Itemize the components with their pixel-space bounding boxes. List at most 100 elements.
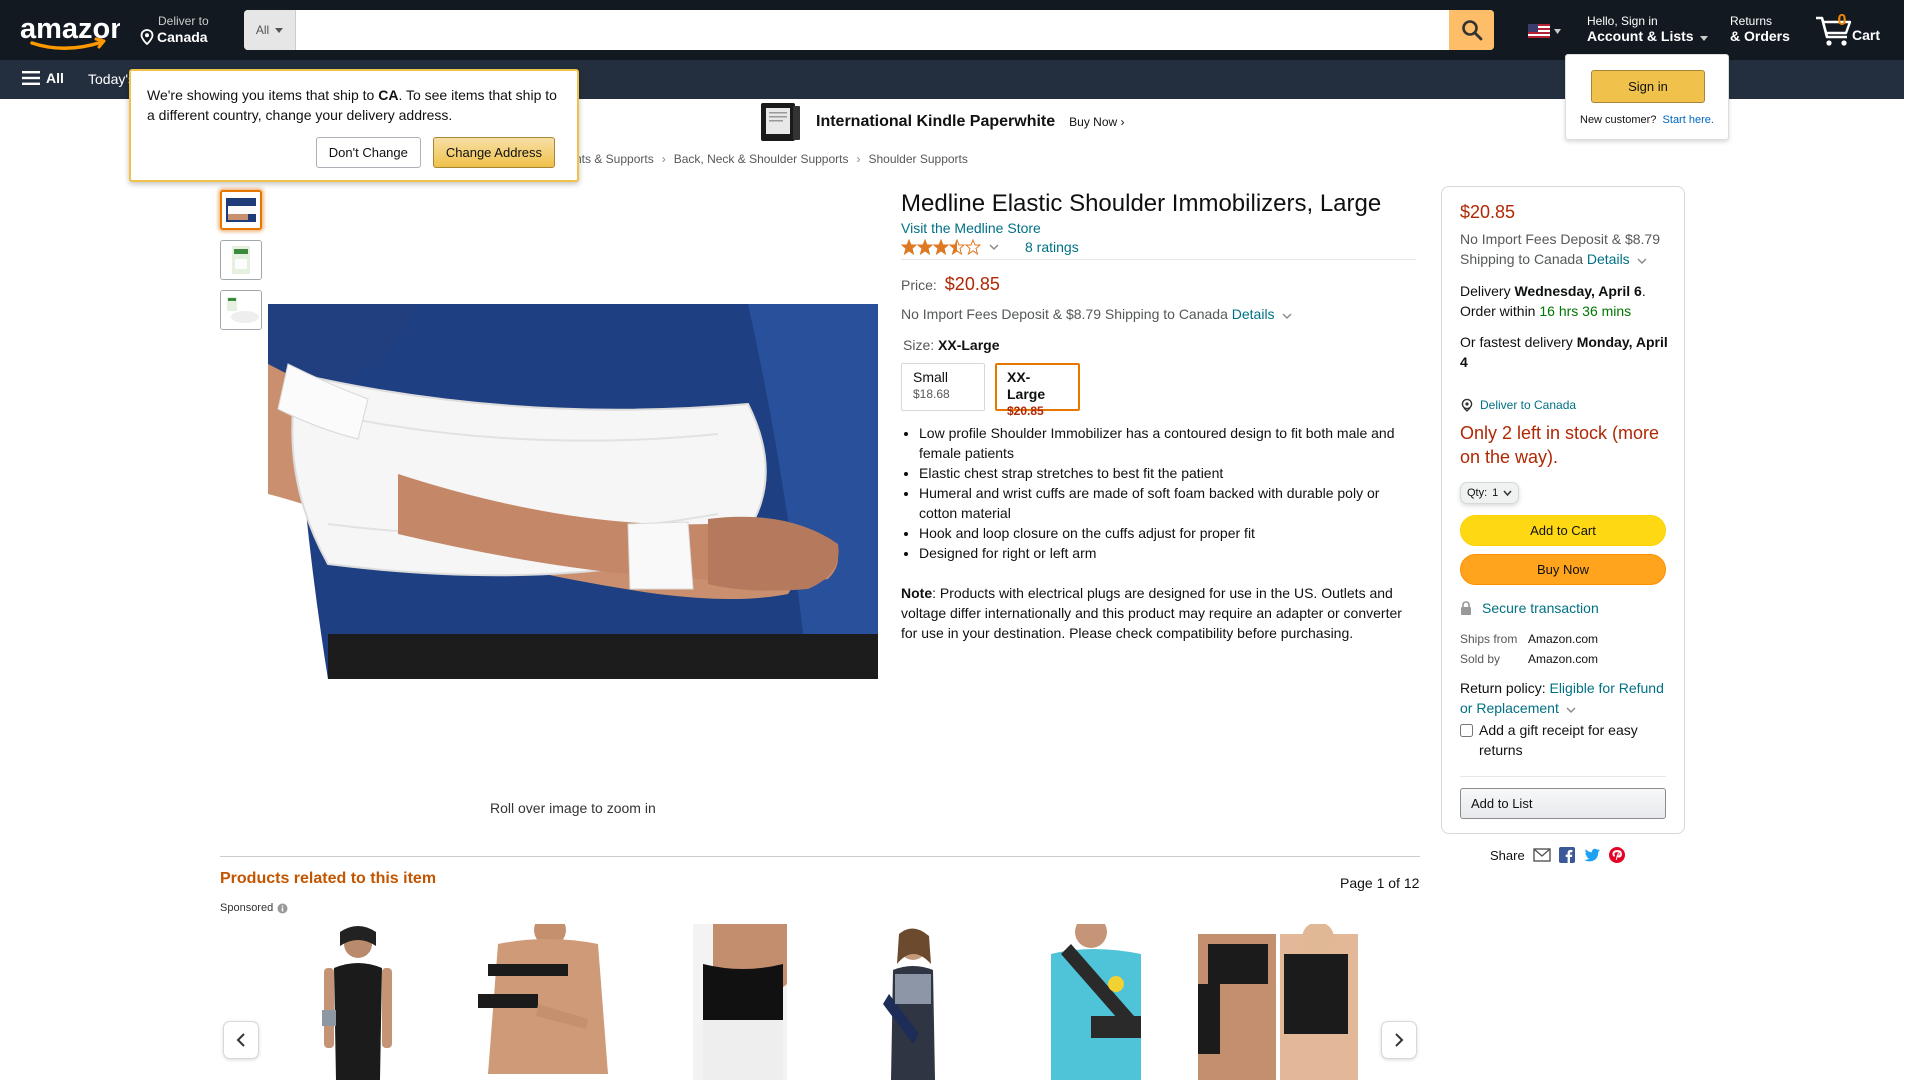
popover-country: CA — [378, 87, 399, 103]
chevron-down-icon[interactable] — [1637, 258, 1647, 264]
divider — [1460, 776, 1666, 777]
order-countdown: 16 hrs 36 mins — [1539, 303, 1632, 319]
cart-button[interactable]: 0 Cart — [1814, 10, 1884, 50]
breadcrumb-item[interactable]: Shoulder Supports — [868, 152, 967, 166]
buybox-details-link[interactable]: Details — [1587, 251, 1630, 267]
nav-belt: amazon Deliver to Canada All Hello, Sign — [0, 0, 1904, 60]
secure-transaction[interactable]: Secure transaction — [1460, 598, 1599, 618]
divider — [220, 856, 1420, 857]
chevron-down-icon[interactable] — [1282, 313, 1292, 319]
size-label: Size: — [903, 337, 935, 353]
amazon-logo[interactable]: amazon — [20, 12, 128, 52]
gift-receipt-checkbox[interactable] — [1460, 724, 1473, 737]
related-product-image[interactable] — [468, 924, 628, 1080]
sponsored-label[interactable]: Sponsored — [220, 902, 288, 914]
import-fees-text: No Import Fees Deposit & $8.79 Shipping … — [901, 306, 1292, 322]
ships-from-label: Ships from — [1460, 632, 1518, 646]
store-link[interactable]: Visit the Medline Store — [901, 220, 1041, 236]
related-product-image[interactable] — [1198, 924, 1358, 1080]
breadcrumb-item[interactable]: nts & Supports — [575, 152, 654, 166]
language-selector[interactable] — [1528, 24, 1561, 38]
details-link[interactable]: Details — [1232, 306, 1275, 322]
signin-button[interactable]: Sign in — [1591, 70, 1705, 103]
search-category-label: All — [255, 23, 270, 37]
return-policy: Return policy: Eligible for Refund or Re… — [1460, 678, 1670, 718]
start-here-link[interactable]: Start here. — [1663, 114, 1714, 126]
import-fees-label: No Import Fees Deposit & $8.79 Shipping … — [901, 306, 1228, 322]
email-icon[interactable] — [1533, 848, 1551, 862]
add-to-list-button[interactable]: Add to List — [1460, 788, 1666, 819]
price-value: $20.85 — [944, 274, 1000, 294]
us-flag-icon — [1528, 24, 1550, 38]
buybox-fees-text: No Import Fees Deposit & $8.79 Shipping … — [1460, 231, 1660, 267]
add-to-cart-button[interactable]: Add to Cart — [1460, 515, 1666, 546]
size-option-xx-large[interactable]: XX-Large $20.85 — [995, 363, 1080, 418]
breadcrumb-item[interactable]: Back, Neck & Shoulder Supports — [674, 152, 849, 166]
new-customer-label: New customer? — [1580, 114, 1657, 126]
search-bar: All — [244, 10, 1494, 50]
product-thumbnail[interactable] — [220, 290, 262, 330]
returns-line2: & Orders — [1730, 28, 1790, 44]
carousel-next-button[interactable] — [1381, 1021, 1417, 1059]
pinterest-icon[interactable] — [1608, 847, 1625, 863]
search-category-dropdown[interactable]: All — [244, 10, 296, 50]
size-option-small[interactable]: Small $18.68 — [901, 363, 985, 411]
search-icon — [1461, 20, 1482, 41]
price-row: Price: $20.85 — [901, 274, 1000, 295]
related-product-image[interactable] — [873, 924, 953, 1080]
zoom-hint: Roll over image to zoom in — [490, 800, 656, 816]
banner-title: International Kindle Paperwhite — [816, 113, 1056, 130]
twitter-icon[interactable] — [1583, 848, 1601, 863]
carousel-prev-button[interactable] — [223, 1021, 259, 1059]
change-address-button[interactable]: Change Address — [432, 137, 555, 168]
caret-down-icon — [1554, 28, 1561, 34]
nav-link-todays-deals[interactable]: Today's — [88, 71, 135, 87]
related-product-image[interactable] — [673, 924, 787, 1080]
popover-text-start: We're showing you items that ship to — [147, 87, 379, 103]
returns-orders-link[interactable]: Returns & Orders — [1730, 14, 1790, 44]
kindle-banner[interactable]: International Kindle Paperwhite Buy Now … — [760, 102, 1125, 142]
main-product-image[interactable] — [268, 304, 878, 679]
delivery-date: Wednesday, April 6 — [1514, 283, 1642, 299]
info-icon — [277, 903, 288, 913]
stock-status: Only 2 left in stock (more on the way). — [1460, 423, 1660, 467]
share-label: Share — [1490, 847, 1525, 863]
deliver-to-link[interactable]: Deliver to Canada — [1460, 395, 1576, 415]
star-rating-icon[interactable] — [901, 239, 981, 255]
banner-buy-now-link[interactable]: Buy Now › — [1069, 115, 1124, 129]
ratings-count-link[interactable]: 8 ratings — [1025, 239, 1079, 255]
buybox-price: $20.85 — [1460, 202, 1516, 222]
search-input[interactable] — [296, 10, 1449, 50]
quantity-dropdown[interactable]: Qty: 1 — [1460, 482, 1520, 504]
related-product-image[interactable] — [310, 924, 406, 1080]
account-menu[interactable]: Hello, Sign in Account & Lists — [1587, 14, 1709, 44]
order-within-prefix: Order within — [1460, 303, 1536, 319]
chevron-left-icon — [236, 1033, 245, 1047]
dont-change-button[interactable]: Don't Change — [315, 137, 421, 168]
chevron-down-icon[interactable] — [989, 244, 999, 250]
chevron-down-icon[interactable] — [1566, 707, 1576, 713]
deliver-to-button[interactable]: Deliver to Canada — [140, 14, 209, 45]
hamburger-icon — [22, 71, 40, 85]
buy-box: $20.85 No Import Fees Deposit & $8.79 Sh… — [1441, 186, 1685, 834]
feature-bullet: Low profile Shoulder Immobilizer has a c… — [919, 423, 1416, 463]
new-customer-text: New customer? Start here. — [1580, 114, 1714, 126]
search-button[interactable] — [1449, 10, 1494, 50]
all-menu-label: All — [46, 70, 64, 86]
facebook-icon[interactable] — [1558, 847, 1575, 863]
size-option-price: $20.85 — [1007, 404, 1044, 418]
breadcrumb: nts & Supports › Back, Neck & Shoulder S… — [575, 152, 968, 166]
caret-down-icon — [1700, 36, 1709, 41]
account-greeting: Hello, Sign in — [1587, 14, 1658, 28]
breadcrumb-separator-icon: › — [856, 152, 861, 166]
all-menu-button[interactable]: All — [22, 70, 64, 86]
product-thumbnail[interactable] — [220, 190, 262, 230]
buy-now-button[interactable]: Buy Now — [1460, 554, 1666, 585]
share-row: Share — [1490, 847, 1625, 863]
related-product-image[interactable] — [1031, 924, 1161, 1080]
qty-value: 1 — [1492, 487, 1499, 499]
sponsored-text: Sponsored — [220, 902, 274, 914]
fastest-prefix: Or fastest delivery — [1460, 334, 1573, 350]
product-thumbnail[interactable] — [220, 240, 262, 280]
sold-by-label: Sold by — [1460, 652, 1501, 666]
